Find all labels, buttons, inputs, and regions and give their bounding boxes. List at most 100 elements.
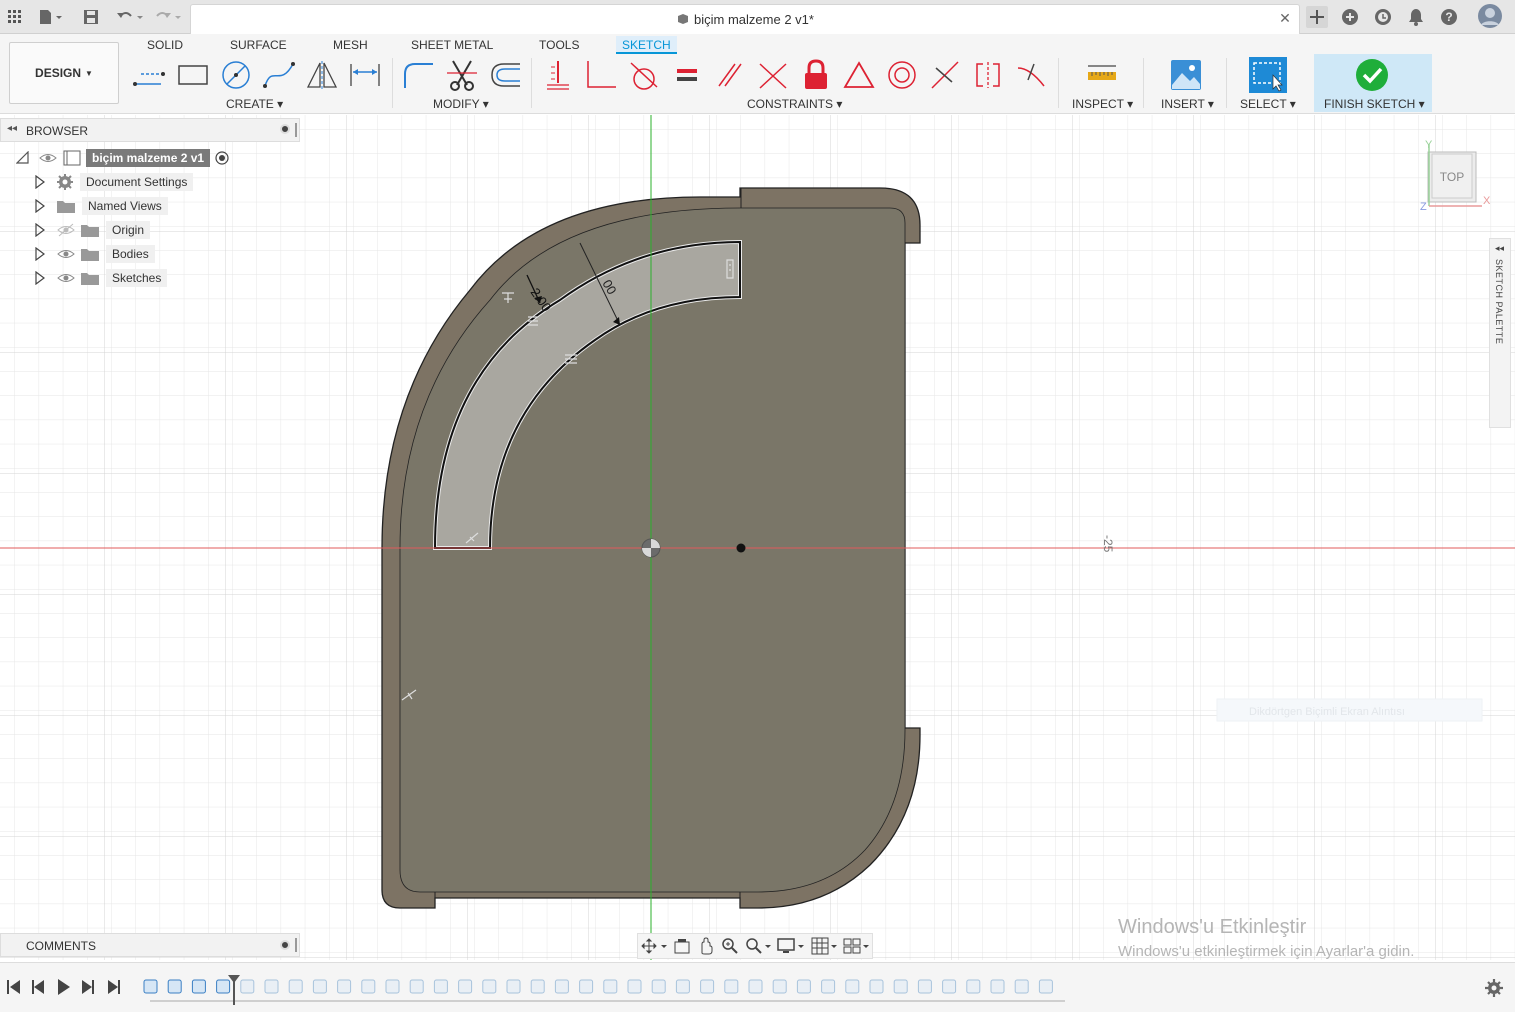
view-cube[interactable]: TOP Y X Z bbox=[1420, 139, 1492, 213]
play-icon[interactable] bbox=[58, 979, 70, 995]
insert-image-icon[interactable] bbox=[1168, 58, 1204, 92]
timeline-feature-icon[interactable] bbox=[748, 979, 763, 994]
add-comment-icon[interactable] bbox=[280, 940, 290, 950]
step-forward-icon[interactable] bbox=[82, 980, 94, 994]
extensions-icon[interactable] bbox=[1339, 6, 1361, 28]
timeline-settings-gear-icon[interactable] bbox=[1484, 978, 1504, 998]
select-menu[interactable]: SELECT ▾ bbox=[1240, 97, 1296, 111]
tree-item-document-settings[interactable]: Document Settings bbox=[34, 172, 194, 192]
timeline-feature-icon[interactable] bbox=[724, 979, 739, 994]
coincident-icon[interactable] bbox=[583, 58, 619, 92]
pin-browser-icon[interactable] bbox=[280, 124, 290, 134]
timeline-feature-icon[interactable] bbox=[990, 979, 1005, 994]
timeline-feature-icon[interactable] bbox=[651, 979, 666, 994]
timeline-feature-icon[interactable] bbox=[1038, 979, 1053, 994]
circle-tool-icon[interactable] bbox=[218, 58, 254, 92]
curvature-icon[interactable] bbox=[1013, 58, 1049, 92]
tangent-icon[interactable] bbox=[626, 58, 662, 92]
tab-surface[interactable]: SURFACE bbox=[224, 36, 293, 54]
timeline-feature-icon[interactable] bbox=[191, 979, 206, 994]
tab-tools[interactable]: TOOLS bbox=[533, 36, 585, 54]
timeline-feature-icon[interactable] bbox=[385, 979, 400, 994]
tree-item-origin[interactable]: Origin bbox=[34, 220, 151, 240]
apps-grid-icon[interactable] bbox=[4, 6, 26, 28]
visibility-eye-icon[interactable] bbox=[38, 150, 58, 166]
close-tab-icon[interactable]: ✕ bbox=[1277, 10, 1293, 26]
sketch-palette-collapsed[interactable]: ◂◂ SKETCH PALETTE bbox=[1489, 238, 1511, 428]
timeline-features[interactable] bbox=[140, 963, 1070, 1012]
activate-radio-icon[interactable] bbox=[214, 150, 230, 166]
timeline-feature-icon[interactable] bbox=[337, 979, 352, 994]
go-to-end-icon[interactable] bbox=[108, 980, 120, 994]
constraints-menu[interactable]: CONSTRAINTS ▾ bbox=[747, 97, 842, 111]
timeline-feature-icon[interactable] bbox=[893, 979, 908, 994]
expand-triangle-icon[interactable] bbox=[34, 223, 46, 237]
step-back-icon[interactable] bbox=[32, 980, 44, 994]
dimension-tool-icon[interactable] bbox=[347, 58, 383, 92]
spline-tool-icon[interactable] bbox=[261, 58, 297, 92]
offset-tool-icon[interactable] bbox=[487, 58, 523, 92]
user-avatar-icon[interactable] bbox=[1478, 4, 1502, 28]
timeline-feature-icon[interactable] bbox=[458, 979, 473, 994]
zoom-icon[interactable] bbox=[721, 937, 739, 955]
timeline-feature-icon[interactable] bbox=[869, 979, 884, 994]
timeline-feature-icon[interactable] bbox=[433, 979, 448, 994]
timeline-feature-icon[interactable] bbox=[361, 979, 376, 994]
collapse-browser-icon[interactable]: ◂◂ bbox=[7, 123, 17, 134]
timeline-feature-icon[interactable] bbox=[821, 979, 836, 994]
timeline-feature-icon[interactable] bbox=[240, 979, 255, 994]
display-settings-icon[interactable] bbox=[777, 937, 805, 955]
create-menu[interactable]: CREATE ▾ bbox=[226, 97, 283, 111]
tab-sketch[interactable]: SKETCH bbox=[616, 36, 677, 54]
inspect-menu[interactable]: INSPECT ▾ bbox=[1072, 97, 1133, 111]
expand-palette-icon[interactable]: ◂◂ bbox=[1495, 243, 1504, 254]
timeline-feature-icon[interactable] bbox=[167, 979, 182, 994]
tree-item-bodies[interactable]: Bodies bbox=[34, 244, 155, 264]
tab-solid[interactable]: SOLID bbox=[141, 36, 189, 54]
new-tab-icon[interactable] bbox=[1306, 6, 1328, 28]
tree-item-sketches[interactable]: Sketches bbox=[34, 268, 168, 288]
comments-panel-header[interactable]: COMMENTS bbox=[0, 933, 300, 957]
collapse-triangle-icon[interactable] bbox=[16, 151, 30, 165]
tree-item-named-views[interactable]: Named Views bbox=[34, 196, 168, 216]
measure-ruler-icon[interactable] bbox=[1084, 58, 1120, 92]
tab-mesh[interactable]: MESH bbox=[327, 36, 374, 54]
parallel-icon[interactable] bbox=[712, 58, 748, 92]
grid-settings-icon[interactable] bbox=[811, 937, 837, 955]
fit-zoom-icon[interactable] bbox=[745, 937, 771, 955]
pan-hand-icon[interactable] bbox=[697, 937, 715, 955]
tree-root[interactable]: biçim malzeme 2 v1 bbox=[16, 148, 230, 168]
modify-menu[interactable]: MODIFY ▾ bbox=[433, 97, 489, 111]
tree-root-label[interactable]: biçim malzeme 2 v1 bbox=[86, 149, 211, 167]
rectangle-tool-icon[interactable] bbox=[175, 58, 211, 92]
sketch-center-point[interactable] bbox=[736, 543, 746, 553]
timeline-feature-icon[interactable] bbox=[409, 979, 424, 994]
midpoint-triangle-icon[interactable] bbox=[841, 58, 877, 92]
fillet-tool-icon[interactable] bbox=[400, 58, 436, 92]
timeline-feature-icon[interactable] bbox=[1014, 979, 1029, 994]
timeline-feature-icon[interactable] bbox=[966, 979, 981, 994]
select-box-icon[interactable] bbox=[1249, 57, 1287, 93]
timeline-feature-icon[interactable] bbox=[627, 979, 642, 994]
timeline-feature-icon[interactable] bbox=[917, 979, 932, 994]
timeline-feature-icon[interactable] bbox=[264, 979, 279, 994]
orbit-icon[interactable] bbox=[641, 937, 667, 955]
notifications-icon[interactable] bbox=[1405, 6, 1427, 28]
timeline-feature-icon[interactable] bbox=[700, 979, 715, 994]
equal-icon[interactable] bbox=[669, 58, 705, 92]
workspace-switcher[interactable]: DESIGN ▼ bbox=[9, 42, 119, 104]
job-status-icon[interactable] bbox=[1372, 6, 1394, 28]
timeline-feature-icon[interactable] bbox=[675, 979, 690, 994]
collinear-icon[interactable] bbox=[927, 58, 963, 92]
timeline-feature-icon[interactable] bbox=[143, 979, 158, 994]
timeline-feature-icon[interactable] bbox=[845, 979, 860, 994]
help-icon[interactable]: ? bbox=[1438, 6, 1460, 28]
finish-sketch-button[interactable]: FINISH SKETCH ▾ bbox=[1314, 54, 1432, 112]
timeline-feature-icon[interactable] bbox=[216, 979, 231, 994]
timeline-feature-icon[interactable] bbox=[506, 979, 521, 994]
visibility-eye-icon[interactable] bbox=[56, 270, 76, 286]
timeline-feature-icon[interactable] bbox=[603, 979, 618, 994]
timeline-feature-icon[interactable] bbox=[530, 979, 545, 994]
file-icon[interactable] bbox=[36, 6, 66, 28]
document-tab[interactable]: biçim malzeme 2 v1* ✕ bbox=[190, 4, 1300, 34]
